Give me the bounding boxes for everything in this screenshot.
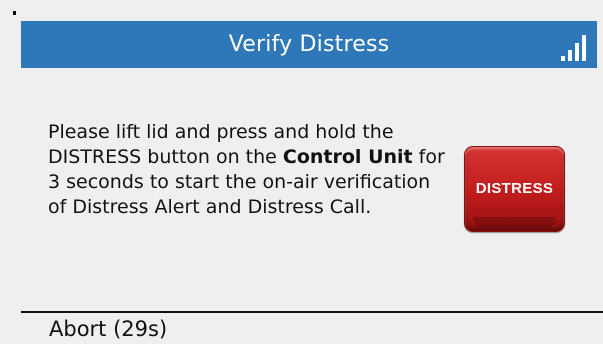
signal-bar	[582, 35, 586, 61]
footer-divider	[21, 311, 603, 313]
verify-distress-screen: Verify Distress Please lift lid and pres…	[0, 0, 603, 344]
distress-button-illustration: DISTRESS	[464, 146, 565, 232]
title-bar: Verify Distress	[21, 21, 597, 68]
signal-bar	[561, 56, 565, 61]
signal-strength-icon	[561, 31, 591, 61]
distress-button-label: DISTRESS	[475, 180, 554, 197]
instruction-text: Please lift lid and press and hold the D…	[48, 120, 448, 220]
signal-bar	[575, 43, 579, 61]
abort-button[interactable]: Abort (29s)	[49, 315, 167, 344]
instruction-text-bold: Control Unit	[282, 146, 413, 168]
page-title: Verify Distress	[228, 32, 390, 57]
signal-bar	[568, 50, 572, 61]
corner-marker	[13, 11, 16, 15]
